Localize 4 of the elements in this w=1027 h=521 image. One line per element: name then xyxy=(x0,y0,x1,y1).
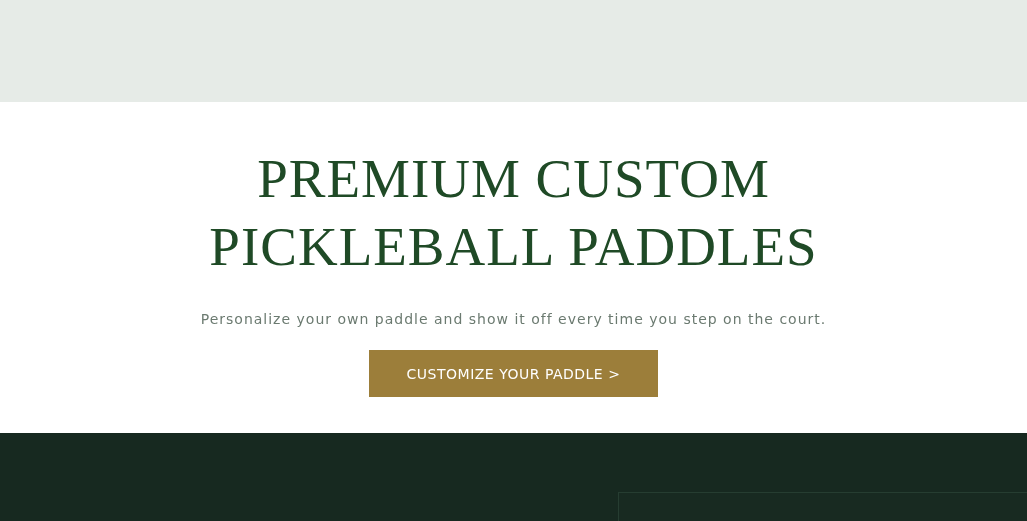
hero-heading-line: PREMIUM CUSTOM xyxy=(257,147,770,211)
hero-subtitle: Personalize your own paddle and show it off every time you step on the court. xyxy=(200,311,827,327)
customize-paddle-button[interactable]: CUSTOMIZE YOUR PADDLE > xyxy=(369,350,658,397)
hero-heading-line: PICKLEBALL PADDLES xyxy=(209,215,818,279)
